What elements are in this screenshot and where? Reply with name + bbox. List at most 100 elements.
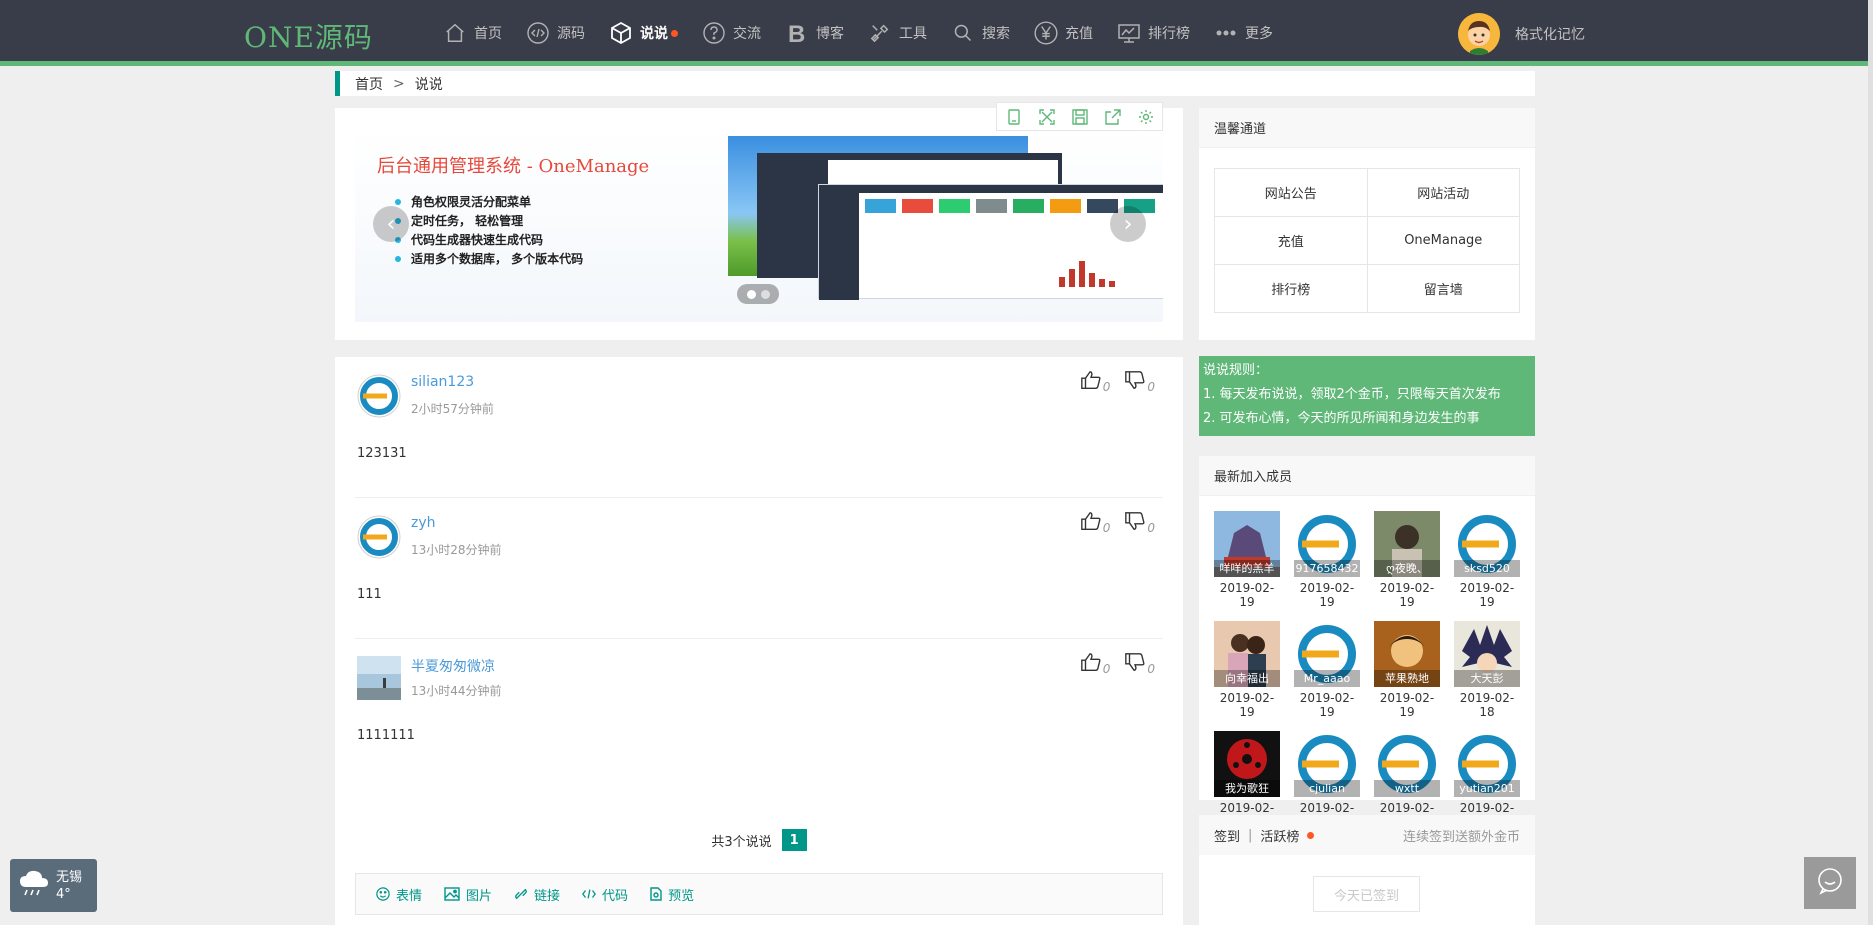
member-item[interactable]: 大天彭 2019-02-18	[1454, 621, 1520, 719]
member-avatar[interactable]: yutian201	[1454, 731, 1520, 797]
home-icon	[442, 20, 468, 46]
user-avatar[interactable]	[1458, 13, 1500, 55]
notification-dot	[1307, 831, 1315, 839]
channel-link[interactable]: 网站活动	[1367, 169, 1520, 217]
mobile-icon[interactable]	[997, 103, 1030, 130]
fullscreen-icon[interactable]	[1030, 103, 1063, 130]
nav-label: 搜索	[982, 26, 1010, 42]
carousel-next-button[interactable]: ›	[1110, 206, 1146, 242]
nav-item-blog[interactable]: B 博客	[784, 0, 844, 66]
member-name: 917658432	[1294, 560, 1360, 577]
preview-button[interactable]: 预览	[650, 885, 694, 904]
page-number-button[interactable]: 1	[781, 829, 807, 851]
member-avatar[interactable]: 我为歌狂	[1214, 731, 1280, 797]
carousel-dot[interactable]	[760, 289, 770, 299]
settings-icon[interactable]	[1129, 103, 1162, 130]
member-item[interactable]: Mr_aaao 2019-02-19	[1294, 621, 1360, 719]
code-button[interactable]: 代码	[582, 885, 628, 904]
dislike-button[interactable]: 0	[1124, 510, 1155, 535]
share-icon[interactable]	[1096, 103, 1129, 130]
member-item[interactable]: 苹果熟地 2019-02-19	[1374, 621, 1440, 719]
carousel-prev-button[interactable]: ‹	[373, 206, 409, 242]
nav-item-tools[interactable]: 工具	[867, 0, 927, 66]
weather-widget[interactable]: 无锡 4°	[10, 859, 97, 912]
question-icon	[701, 20, 727, 46]
nav-item-source[interactable]: 源码	[525, 0, 585, 66]
svg-text:B: B	[788, 21, 805, 45]
thumbs-down-icon	[1125, 653, 1145, 671]
site-logo[interactable]: ONE源码	[244, 16, 373, 56]
post-username[interactable]: silian123	[411, 374, 474, 390]
user-name[interactable]: 格式化记忆	[1515, 24, 1585, 44]
banner-carousel[interactable]: 后台通用管理系统 - OneManage 角色权限灵活分配菜单 定时任务， 轻松…	[355, 126, 1163, 322]
nav-label: 首页	[474, 26, 502, 42]
thumbs-down-icon	[1125, 512, 1145, 530]
member-avatar[interactable]: ღ夜晚、	[1374, 511, 1440, 577]
tab-active-ranking[interactable]: 活跃榜	[1260, 826, 1299, 845]
dislike-button[interactable]: 0	[1124, 369, 1155, 394]
post-username[interactable]: zyh	[411, 515, 436, 531]
weather-temp: 4°	[56, 886, 71, 902]
save-icon[interactable]	[1063, 103, 1096, 130]
nav-item-search[interactable]: 搜索	[950, 0, 1010, 66]
channel-link[interactable]: 充值	[1215, 217, 1368, 265]
user-menu[interactable]: 格式化记忆	[1458, 13, 1585, 55]
member-avatar[interactable]: wxtt	[1374, 731, 1440, 797]
dislike-button[interactable]: 0	[1124, 651, 1155, 676]
post-avatar[interactable]	[357, 656, 401, 700]
top-navbar: ONE源码 首页 源码 说说 交流 B 博客 工具 搜索 充值 排行榜 更多 格…	[0, 0, 1873, 66]
member-name: sksd520	[1454, 560, 1520, 577]
like-button[interactable]: 0	[1080, 510, 1110, 535]
nav-item-talk[interactable]: 交流	[701, 0, 761, 66]
nav-item-home[interactable]: 首页	[442, 0, 502, 66]
carousel-indicator[interactable]	[737, 284, 779, 304]
nav-label: 源码	[557, 26, 585, 42]
member-avatar[interactable]: 917658432	[1294, 511, 1360, 577]
dislike-count: 0	[1147, 521, 1155, 535]
channel-link[interactable]: 留言墙	[1367, 265, 1520, 313]
page-scrollbar[interactable]	[1868, 0, 1873, 925]
post-username[interactable]: 半夏匆匆微凉	[411, 656, 495, 676]
breadcrumb-home[interactable]: 首页	[355, 74, 383, 94]
member-avatar[interactable]: sksd520	[1454, 511, 1520, 577]
channel-link[interactable]: 排行榜	[1215, 265, 1368, 313]
member-item[interactable]: sksd520 2019-02-19	[1454, 511, 1520, 609]
post-avatar[interactable]	[357, 515, 401, 559]
feedback-button[interactable]	[1804, 857, 1856, 909]
nav-item-shuoshuo[interactable]: 说说	[608, 0, 678, 66]
member-item[interactable]: 咩咩的羔羊 2019-02-19	[1214, 511, 1280, 609]
nav-label: 交流	[733, 26, 761, 42]
member-avatar[interactable]: Mr_aaao	[1294, 621, 1360, 687]
tab-signin[interactable]: 签到	[1214, 826, 1240, 845]
like-button[interactable]: 0	[1080, 651, 1110, 676]
member-avatar[interactable]: 苹果熟地	[1374, 621, 1440, 687]
member-avatar[interactable]: cjulian	[1294, 731, 1360, 797]
carousel-dot[interactable]	[746, 289, 756, 299]
notification-dot	[671, 29, 678, 37]
signed-in-button[interactable]: 今天已签到	[1313, 876, 1420, 912]
more-dots-icon	[1213, 20, 1239, 46]
post-avatar[interactable]	[357, 374, 401, 418]
emoji-button[interactable]: 表情	[376, 885, 422, 904]
member-avatar[interactable]: 向幸福出	[1214, 621, 1280, 687]
rule-line: 1. 每天发布说说，领取2个金币，只限每天首次发布	[1203, 387, 1501, 402]
image-button[interactable]: 图片	[444, 885, 492, 904]
code-icon	[525, 20, 551, 46]
new-members-card: 最新加入成员 咩咩的羔羊 2019-02-19 917658432 2019-0…	[1199, 456, 1535, 829]
code-icon	[582, 888, 596, 900]
nav-item-recharge[interactable]: 充值	[1033, 0, 1093, 66]
thumbs-down-icon	[1125, 371, 1145, 389]
nav-item-ranking[interactable]: 排行榜	[1116, 0, 1190, 66]
member-avatar[interactable]: 咩咩的羔羊	[1214, 511, 1280, 577]
member-avatar[interactable]: 大天彭	[1454, 621, 1520, 687]
member-item[interactable]: 向幸福出 2019-02-19	[1214, 621, 1280, 719]
post-time: 13小时44分钟前	[411, 684, 502, 698]
nav-item-more[interactable]: 更多	[1213, 0, 1273, 66]
channel-link[interactable]: 网站公告	[1215, 169, 1368, 217]
member-item[interactable]: ღ夜晚、 2019-02-19	[1374, 511, 1440, 609]
member-item[interactable]: 917658432 2019-02-19	[1294, 511, 1360, 609]
channel-link[interactable]: OneManage	[1367, 217, 1520, 265]
like-button[interactable]: 0	[1080, 369, 1110, 394]
cube-icon	[608, 20, 634, 46]
link-button[interactable]: 链接	[514, 885, 560, 904]
